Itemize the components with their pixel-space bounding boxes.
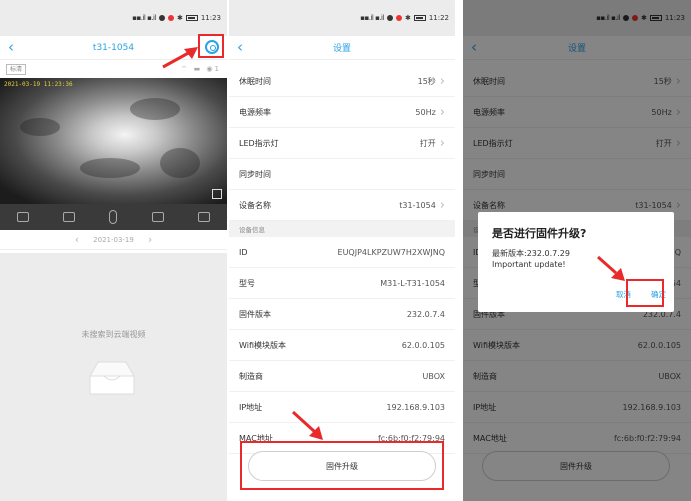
info-label: IP地址 xyxy=(239,402,263,412)
info-label: 固件版本 xyxy=(239,309,271,319)
pointer-arrow-icon xyxy=(162,47,198,69)
info-row-model: 型号 M31-L-T31-1054 xyxy=(229,268,455,299)
back-icon[interactable]: ‹ xyxy=(237,38,243,56)
setting-value: 打开 xyxy=(419,138,436,148)
chevron-right-icon: › xyxy=(439,73,445,89)
selected-date[interactable]: 2021-03-19 xyxy=(93,236,134,244)
fullscreen-icon[interactable] xyxy=(212,189,222,199)
back-icon[interactable]: ‹ xyxy=(8,38,14,56)
status-time: 11:22 xyxy=(428,14,449,22)
dialog-title: 是否进行固件升级? xyxy=(492,227,587,240)
dialog-version-text: 最新版本:232.0.7.29 xyxy=(492,249,570,258)
info-value: M31-L-T31-1054 xyxy=(380,278,445,288)
empty-message: 未搜索到云端视频 xyxy=(81,330,146,339)
setting-value: t31-1054 xyxy=(399,200,436,210)
info-value: EUQJP4LKPZUW7H2XWJNQ xyxy=(337,247,445,257)
info-value: 192.168.9.103 xyxy=(386,402,445,412)
empty-tray-icon xyxy=(89,361,135,395)
microphone-icon[interactable] xyxy=(109,210,118,224)
camera-snapshot-icon[interactable] xyxy=(63,212,76,222)
pointer-arrow-icon xyxy=(597,255,625,281)
section-header: 设备信息 xyxy=(229,221,455,237)
setting-label: 设备名称 xyxy=(239,200,271,210)
info-label: Wifi模块版本 xyxy=(239,340,286,350)
status-time: 11:23 xyxy=(200,14,221,22)
next-date-icon[interactable]: › xyxy=(148,233,152,246)
setting-label: LED指示灯 xyxy=(239,138,279,148)
app-badge-icon xyxy=(395,15,402,21)
upgrade-highlight-box xyxy=(240,441,444,490)
signal-icon: ▪▪.il ▪.il xyxy=(132,14,156,22)
info-value: UBOX xyxy=(422,371,445,381)
battery-icon xyxy=(413,15,426,21)
live-view-screen: ▪▪.il ▪.il ✱ 11:23 ‹ t31-1054 标清 ⌔ ▬ ◉1 … xyxy=(0,0,227,501)
setting-label: 电源频率 xyxy=(239,107,271,117)
info-row-ip: IP地址 192.168.9.103 xyxy=(229,392,455,423)
settings-dialog-screen: ▪▪.il ▪.il ✱ 11:23 ‹ 设置 休眠时间 15秒 › 电源频率 50H… xyxy=(463,0,691,501)
speaker-icon[interactable] xyxy=(17,212,30,222)
prev-date-icon[interactable]: ‹ xyxy=(75,233,79,246)
info-label: 制造商 xyxy=(239,371,263,381)
setting-label: 休眠时间 xyxy=(239,76,271,86)
info-label: 型号 xyxy=(239,278,255,288)
setting-row-device-name[interactable]: 设备名称 t31-1054 › xyxy=(229,190,455,221)
notification-icon xyxy=(158,15,165,21)
live-video-feed[interactable]: 2021-03-19 11:23:36 xyxy=(0,78,227,204)
info-row-id: ID EUQJP4LKPZUW7H2XWJNQ xyxy=(229,237,455,268)
setting-row-sync-time[interactable]: 同步时间 xyxy=(229,159,455,190)
status-bar: ▪▪.il ▪.il ✱ 11:22 xyxy=(229,0,455,36)
pointer-arrow-icon xyxy=(291,410,323,440)
app-badge-icon xyxy=(167,15,174,21)
info-label: ID xyxy=(239,247,248,257)
chevron-right-icon: › xyxy=(439,135,445,151)
setting-row-led[interactable]: LED指示灯 打开 › xyxy=(229,128,455,159)
notification-icon xyxy=(386,15,393,21)
page-title: 设置 xyxy=(332,44,351,54)
confirm-highlight-box xyxy=(626,279,664,307)
setting-label: 同步时间 xyxy=(239,169,271,179)
info-row-manufacturer: 制造商 UBOX xyxy=(229,361,455,392)
control-bar xyxy=(0,204,227,230)
record-video-icon[interactable] xyxy=(151,212,164,222)
status-bar: ▪▪.il ▪.il ✱ 11:23 xyxy=(0,0,227,36)
chevron-right-icon: › xyxy=(439,104,445,120)
signal-icon: ▪▪.il ▪.il xyxy=(360,14,384,22)
setting-row-power-frequency[interactable]: 电源频率 50Hz › xyxy=(229,97,455,128)
battery-icon xyxy=(185,15,198,21)
viewer-count: 1 xyxy=(214,64,221,73)
bluetooth-icon: ✱ xyxy=(404,14,411,22)
settings-screen: ▪▪.il ▪.il ✱ 11:22 ‹ 设置 休眠时间 15秒 › 电源频率 5… xyxy=(229,0,455,501)
bluetooth-icon: ✱ xyxy=(176,14,183,22)
info-row-wifi-module: Wifi模块版本 62.0.0.105 xyxy=(229,330,455,361)
ptz-icon[interactable] xyxy=(197,212,210,222)
dialog-note-text: Important update! xyxy=(492,260,566,269)
cloud-video-area: 未搜索到云端视频 xyxy=(0,253,227,501)
setting-value: 50Hz xyxy=(415,107,436,117)
info-value: 62.0.0.105 xyxy=(401,340,445,350)
video-timestamp: 2021-03-19 11:23:36 xyxy=(4,81,73,88)
quality-tag[interactable]: 标清 xyxy=(6,63,27,75)
info-value: 232.0.7.4 xyxy=(406,309,445,319)
info-row-firmware: 固件版本 232.0.7.4 xyxy=(229,299,455,330)
navbar: ‹ 设置 xyxy=(229,36,455,60)
date-selector: ‹ 2021-03-19 › xyxy=(0,230,227,250)
chevron-right-icon: › xyxy=(439,197,445,213)
setting-value: 15秒 xyxy=(417,76,436,86)
setting-row-sleep[interactable]: 休眠时间 15秒 › xyxy=(229,66,455,97)
